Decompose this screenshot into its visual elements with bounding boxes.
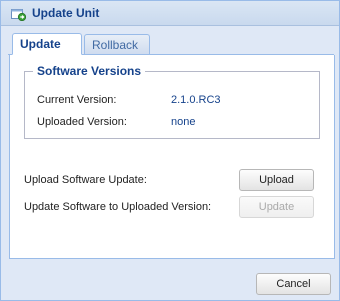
upload-button[interactable]: Upload bbox=[239, 169, 314, 191]
uploaded-version-value: none bbox=[171, 116, 196, 128]
upload-software-label: Upload Software Update: bbox=[24, 174, 147, 186]
dialog-footer: Cancel bbox=[1, 259, 339, 300]
tab-bar: Update Rollback bbox=[8, 30, 334, 55]
cancel-button[interactable]: Cancel bbox=[256, 273, 331, 295]
update-software-label: Update Software to Uploaded Version: bbox=[24, 201, 212, 213]
software-versions-legend: Software Versions bbox=[33, 64, 146, 78]
update-unit-dialog: Update Unit Update Rollback Software Ver… bbox=[0, 0, 340, 301]
update-button[interactable]: Update bbox=[239, 196, 314, 218]
current-version-label: Current Version: bbox=[37, 94, 117, 106]
tab-update-label: Update bbox=[20, 37, 61, 51]
tab-rollback-label: Rollback bbox=[92, 38, 139, 52]
update-unit-icon bbox=[11, 9, 26, 21]
current-version-value: 2.1.0.RC3 bbox=[171, 94, 221, 106]
uploaded-version-label: Uploaded Version: bbox=[37, 116, 127, 128]
update-panel: Software Versions Current Version: 2.1.0… bbox=[9, 55, 335, 259]
tab-update[interactable]: Update bbox=[12, 33, 82, 55]
tab-rollback[interactable]: Rollback bbox=[84, 34, 150, 54]
title-bar[interactable]: Update Unit bbox=[1, 1, 339, 26]
software-versions-fieldset: Software Versions Current Version: 2.1.0… bbox=[24, 64, 320, 139]
dialog-title: Update Unit bbox=[32, 6, 100, 20]
